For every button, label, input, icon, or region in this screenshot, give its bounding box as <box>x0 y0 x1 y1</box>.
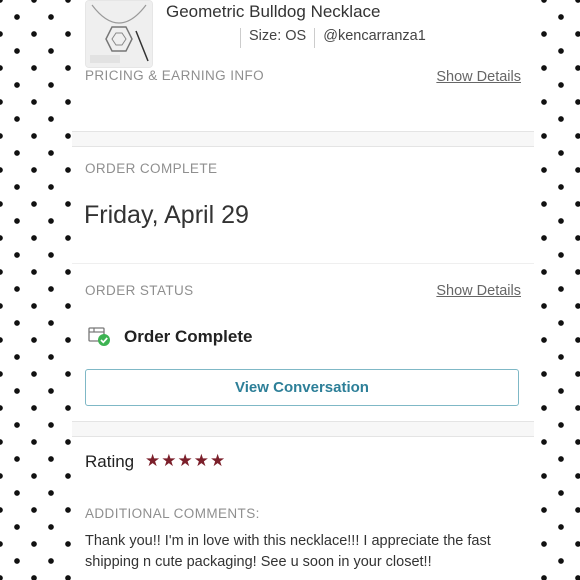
additional-comments-text: Thank you!! I'm in love with this neckla… <box>85 533 491 570</box>
section-gap <box>72 132 534 146</box>
pricing-show-details-link[interactable]: Show Details <box>436 69 521 85</box>
rating-stars: ★ ★ ★ ★ ★ <box>145 451 225 471</box>
meta-divider <box>314 28 316 48</box>
item-meta: Size: OS @kencarranza1 <box>232 28 426 48</box>
meta-divider <box>240 28 241 48</box>
star-icon: ★ <box>177 451 193 470</box>
additional-comments-label: ADDITIONAL COMMENTS: <box>85 506 260 521</box>
necklace-image <box>86 1 152 67</box>
item-thumbnail[interactable] <box>85 0 153 68</box>
order-details-panel: Geometric Bulldog Necklace Size: OS @ken… <box>72 0 534 580</box>
divider <box>72 146 534 147</box>
seller-username[interactable]: @kencarranza1 <box>323 28 426 48</box>
order-complete-date: Friday, April 29 <box>84 201 249 229</box>
star-icon: ★ <box>193 451 209 470</box>
divider <box>72 436 534 437</box>
order-status-label: ORDER STATUS <box>85 283 194 298</box>
order-complete-label: ORDER COMPLETE <box>85 161 218 176</box>
star-icon: ★ <box>145 451 161 470</box>
order-status-show-details-link[interactable]: Show Details <box>436 283 521 299</box>
divider <box>72 263 534 264</box>
package-check-icon <box>88 325 112 347</box>
star-icon: ★ <box>210 451 226 470</box>
section-gap <box>72 422 534 436</box>
rating-label: Rating <box>85 452 135 471</box>
view-conversation-button[interactable]: View Conversation <box>85 369 519 406</box>
order-status-text: Order Complete <box>124 327 253 346</box>
pricing-label: PRICING & EARNING INFO <box>85 68 265 83</box>
star-icon: ★ <box>161 451 177 470</box>
item-title[interactable]: Geometric Bulldog Necklace <box>166 2 380 22</box>
item-size: Size: OS <box>249 28 307 44</box>
